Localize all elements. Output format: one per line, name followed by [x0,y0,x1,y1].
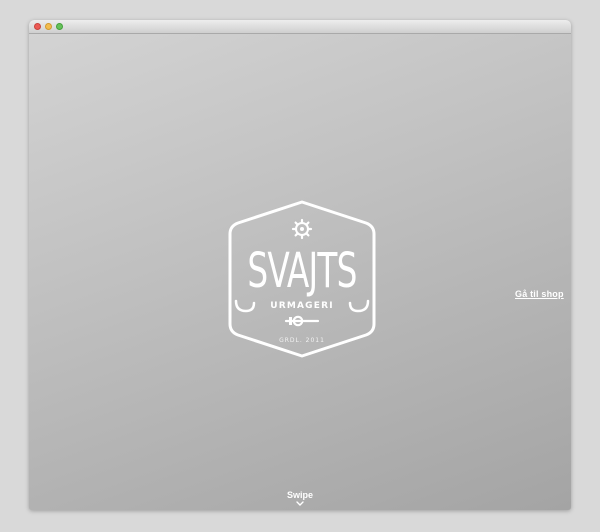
brand-logo: SVAJTS URMAGERI GRDL. 2011 [224,199,380,359]
watch-crown-icon [284,315,320,327]
go-to-shop-link[interactable]: Gå til shop [515,289,564,299]
logo-brand-name: SVAJTS [247,243,356,299]
browser-window: SVAJTS URMAGERI GRDL. 2011 Gå til shop S… [29,20,571,510]
window-titlebar [29,20,571,34]
logo-subtitle: URMAGERI [270,301,334,311]
swipe-label: Swipe [286,490,313,500]
chevron-down-icon [296,501,304,506]
close-window-button[interactable] [34,23,41,30]
logo-left-hook [234,299,256,313]
logo-right-hook [348,299,370,313]
page-hero: SVAJTS URMAGERI GRDL. 2011 Gå til shop S… [29,34,571,510]
logo-established: GRDL. 2011 [279,337,325,344]
gear-icon [291,218,313,240]
swipe-button[interactable]: Swipe [270,490,330,507]
minimize-window-button[interactable] [45,23,52,30]
maximize-window-button[interactable] [56,23,63,30]
